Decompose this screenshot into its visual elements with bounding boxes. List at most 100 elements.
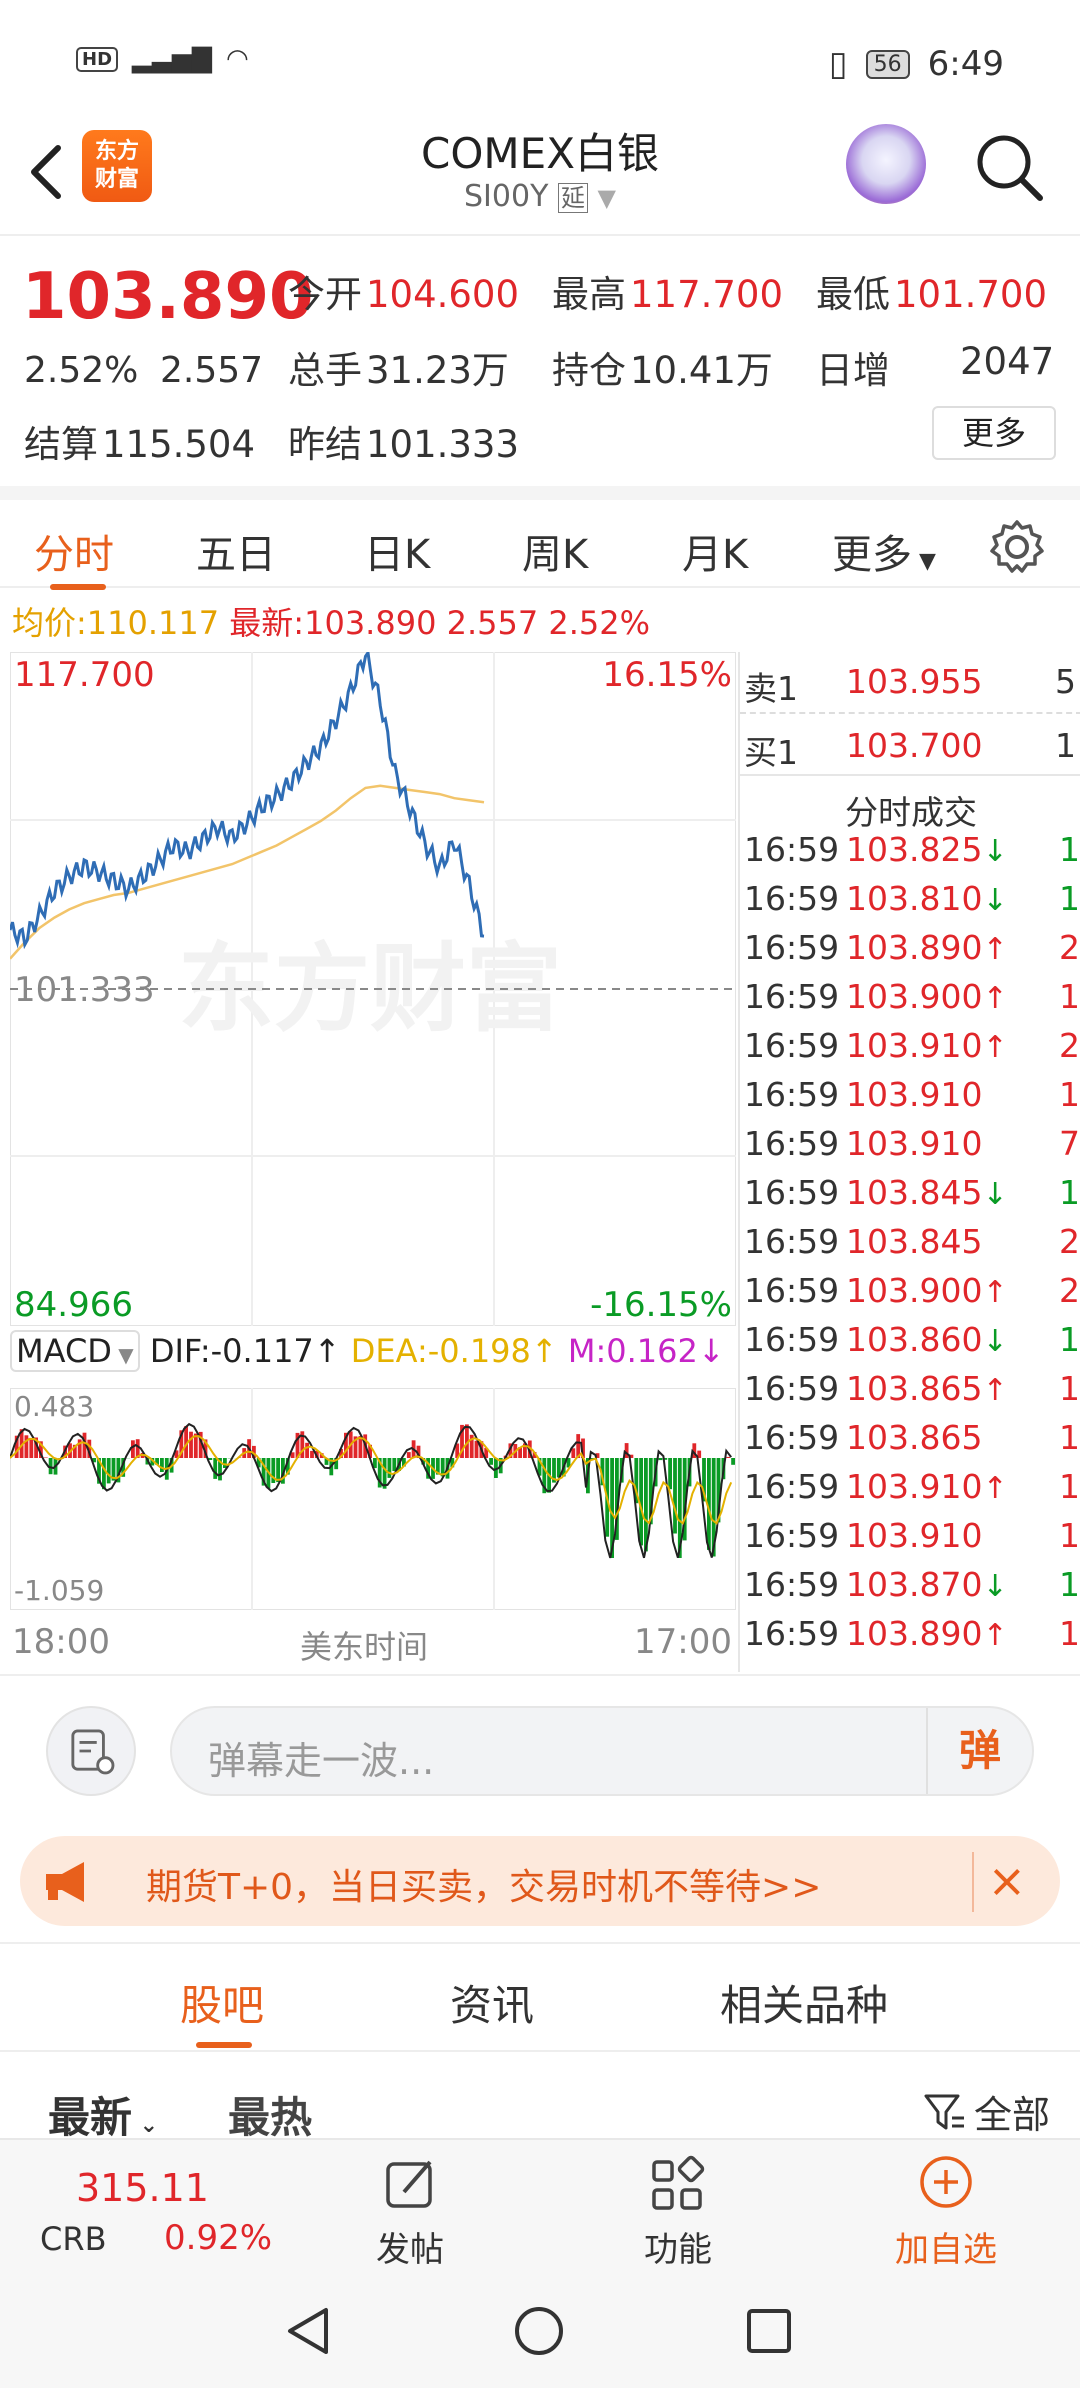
trade-qty: 1	[1059, 1565, 1080, 1604]
trade-time: 16:59	[744, 1516, 840, 1555]
nav-recents-icon[interactable]	[742, 2304, 796, 2358]
search-icon[interactable]	[970, 128, 1050, 208]
tab-intraday[interactable]: 分时	[34, 522, 114, 580]
timezone-label: 美东时间	[300, 1628, 429, 1666]
macd-chart: 0.483 -1.059	[10, 1388, 736, 1610]
trade-qty: 1	[1059, 879, 1080, 918]
trade-qty: 7	[1059, 1124, 1080, 1163]
grid-icon	[652, 2155, 705, 2210]
trade-time: 16:59	[744, 1418, 840, 1457]
edit-icon	[386, 2160, 432, 2208]
promo-banner[interactable]: 期货T+0，当日买卖，交易时机不等待>>	[20, 1836, 1060, 1926]
settle-stat: 结算 115.504	[24, 423, 256, 466]
macd-bar	[358, 1436, 363, 1458]
macd-bar	[24, 1435, 29, 1458]
y-max-label: 117.700	[14, 655, 155, 695]
tab-daily-k[interactable]: 日K	[364, 522, 430, 580]
battery-indicator: 56	[865, 49, 910, 79]
macd-min-label: -1.059	[14, 1574, 104, 1607]
post-button[interactable]: 发帖	[310, 2140, 510, 2274]
vibrate-icon: ▯	[828, 44, 848, 84]
trade-qty: 2	[1059, 1271, 1080, 1310]
macd-bar	[223, 1458, 227, 1468]
status-bar: HD ▂▃▅▇ ◠ ▯ 56 6:49	[0, 0, 1080, 120]
bottom-toolbar: 315.11 CRB 0.92% 发帖 功能 加自选	[0, 2138, 1080, 2272]
more-stats-button[interactable]: 更多	[932, 406, 1056, 460]
tab-news[interactable]: 资讯	[450, 1972, 534, 2033]
trade-qty: 2	[1059, 1222, 1080, 1261]
trade-price: 103.900↑	[846, 1271, 1008, 1310]
volume-stat: 总手 31.23万	[288, 349, 509, 392]
trade-time: 16:59	[744, 1320, 840, 1359]
macd-bar	[489, 1458, 493, 1465]
trade-row: 16:59 103.900↑ 1	[740, 977, 1080, 1026]
sort-hot[interactable]: 最热	[228, 2084, 312, 2145]
trade-time: 16:59	[744, 1565, 840, 1604]
tab-more[interactable]: 更多 ▼	[832, 522, 936, 580]
nav-home-icon[interactable]	[512, 2304, 566, 2358]
system-nav-bar	[0, 2272, 1080, 2388]
trade-time: 16:59	[744, 1222, 840, 1261]
trade-price: 103.870↓	[846, 1565, 1008, 1604]
trade-qty: 2	[1059, 1026, 1080, 1065]
trade-row: 16:59 103.910↑ 2	[740, 1026, 1080, 1075]
open-stat: 今开 104.600	[288, 273, 520, 316]
delay-tag: 延	[557, 183, 588, 213]
y-ref-label: 101.333	[14, 970, 155, 1010]
tab-related[interactable]: 相关品种	[720, 1972, 888, 2033]
trade-row: 16:59 103.900↑ 2	[740, 1271, 1080, 1320]
active-tab-indicator	[196, 2042, 252, 2048]
trade-row: 16:59 103.890↑ 1	[740, 1614, 1080, 1663]
change-pct: 2.52%	[24, 350, 139, 391]
macd-bar	[29, 1439, 34, 1458]
functions-button[interactable]: 功能	[578, 2140, 778, 2274]
daily-increase-value: 2047	[960, 340, 1055, 383]
trade-price: 103.910↑	[846, 1026, 1008, 1065]
macd-bar	[310, 1450, 314, 1458]
daily-increase-label: 日增	[816, 349, 890, 392]
trade-qty: 1	[1059, 1614, 1080, 1653]
danmu-settings-icon[interactable]	[46, 1706, 136, 1796]
tab-forum[interactable]: 股吧	[180, 1972, 264, 2033]
trade-qty: 1	[1059, 1516, 1080, 1555]
macd-bar	[305, 1442, 309, 1458]
trade-time: 16:59	[744, 1124, 840, 1163]
filter-all[interactable]: 全部	[922, 2084, 1050, 2139]
comment-bar: 弹幕走一波... 弹	[0, 1674, 1080, 1822]
plus-circle-icon	[920, 2156, 972, 2208]
last-price: 103.890	[22, 260, 314, 334]
tab-monthly-k[interactable]: 月K	[682, 522, 748, 580]
low-stat: 最低 101.700	[816, 273, 1048, 316]
community-tabs: 股吧 资讯 相关品种	[0, 1942, 1080, 2052]
intraday-chart[interactable]: 东方财富 117.700 16.15% 101.333 84.966 -16.1…	[10, 652, 736, 1326]
trade-row: 16:59 103.865 1	[740, 1418, 1080, 1467]
trade-qty: 1	[1059, 1467, 1080, 1506]
macd-bar	[160, 1458, 164, 1472]
settings-gear-icon[interactable]	[988, 518, 1046, 576]
close-icon[interactable]	[972, 1852, 1032, 1912]
tab-five-day[interactable]: 五日	[196, 522, 276, 580]
trade-row: 16:59 103.890↑ 2	[740, 928, 1080, 977]
danmu-send-button[interactable]: 弹	[926, 1708, 1032, 1794]
sort-latest[interactable]: 最新 ⌄	[48, 2084, 158, 2145]
macd-bar	[624, 1443, 629, 1458]
megaphone-icon	[46, 1862, 84, 1902]
trade-time: 16:59	[744, 1173, 840, 1212]
tab-weekly-k[interactable]: 周K	[522, 522, 588, 580]
danmu-input[interactable]: 弹幕走一波... 弹	[170, 1706, 1034, 1796]
add-watchlist-button[interactable]: 加自选	[846, 2140, 1046, 2274]
trade-row: 16:59 103.910 7	[740, 1124, 1080, 1173]
macd-max-label: 0.483	[14, 1390, 94, 1423]
indicator-select[interactable]: MACD ▼	[10, 1330, 140, 1372]
crb-index[interactable]: 315.11 CRB 0.92%	[0, 2140, 280, 2274]
trade-time: 16:59	[744, 1075, 840, 1114]
trade-row: 16:59 103.910↑ 1	[740, 1467, 1080, 1516]
trade-row: 16:59 103.865↑ 1	[740, 1369, 1080, 1418]
time-axis: 18:00 美东时间 17:00	[10, 1612, 736, 1672]
caret-down-icon: ▼	[111, 1343, 134, 1367]
assistant-avatar[interactable]	[846, 124, 926, 204]
trade-price: 103.910	[846, 1124, 983, 1163]
nav-back-icon[interactable]	[282, 2304, 336, 2358]
trade-price: 103.865↑	[846, 1369, 1008, 1408]
filter-icon	[924, 2094, 964, 2129]
